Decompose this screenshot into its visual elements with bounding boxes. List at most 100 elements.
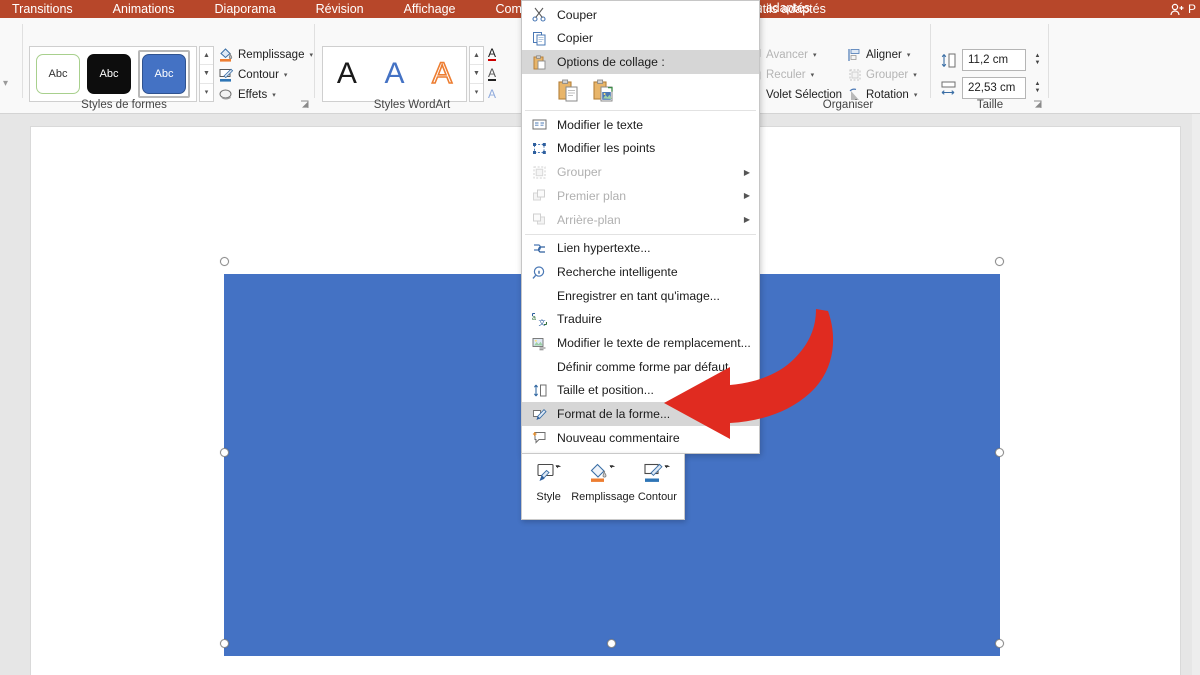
alt-text-icon	[530, 334, 548, 352]
menu-item-bring-to-front[interactable]: Premier plan ▶	[522, 184, 759, 208]
shape-outline-icon	[643, 460, 671, 488]
translate-icon: a 文	[530, 310, 548, 328]
menu-item-edit-points[interactable]: Modifier les points	[522, 137, 759, 161]
vertical-scrollbar[interactable]	[1192, 114, 1200, 675]
selection-handle-middle-right[interactable]	[995, 448, 1004, 457]
group-objects-icon	[530, 163, 548, 181]
selection-handle-bottom-center[interactable]	[607, 639, 616, 648]
no-icon-placeholder	[530, 287, 548, 305]
shape-style-fill-blue[interactable]: Abc	[142, 54, 186, 94]
chevron-down-icon[interactable]: ▾	[813, 51, 817, 59]
shape-width-stepper[interactable]: ▲ ▼	[1031, 77, 1044, 99]
wordart-styles-scroll[interactable]: ▲ ▼ ▾	[469, 46, 484, 102]
shape-style-fill-black[interactable]: Abc	[87, 54, 131, 94]
paste-option-buttons	[522, 74, 759, 108]
chevron-down-icon[interactable]: ▾	[811, 71, 815, 79]
shape-width-row: 22,53 cm ▲ ▼	[940, 76, 1044, 100]
shape-styles-gallery[interactable]: Abc Abc Abc	[29, 46, 197, 102]
menu-item-save-as-picture-label: Enregistrer en tant qu'image...	[557, 288, 720, 303]
mini-style-label: Style	[536, 491, 561, 503]
clipboard-icon	[530, 53, 548, 71]
menu-item-hyperlink-label: Lien hypertexte...	[557, 241, 651, 256]
shape-height-icon	[940, 52, 957, 69]
menu-item-paste-options-label: Options de collage :	[557, 55, 665, 70]
shape-outline-label: Contour	[238, 68, 279, 81]
chevron-down-icon[interactable]: ▾	[284, 71, 288, 79]
menu-item-bring-to-front-label: Premier plan	[557, 188, 627, 203]
mini-fill-button[interactable]: Remplissage	[571, 460, 635, 503]
menu-item-cut-label: Couper	[557, 7, 597, 22]
group-label-taille: Taille	[976, 99, 1004, 111]
text-fill-button[interactable]: A	[488, 45, 508, 64]
align-button[interactable]: Aligner ▾	[848, 45, 948, 64]
text-outline-icon: A	[488, 66, 497, 81]
tab-animations[interactable]: Animations	[113, 0, 195, 18]
mini-style-button[interactable]: Style	[526, 460, 571, 503]
tab-transitions[interactable]: Transitions	[12, 0, 93, 18]
chevron-down-icon[interactable]: ▾	[913, 71, 917, 79]
tab-revision[interactable]: Révision	[316, 0, 384, 18]
scroll-up-icon[interactable]: ▲	[470, 47, 483, 66]
wordart-styles-gallery[interactable]: A A A	[322, 46, 467, 102]
align-objects-icon	[848, 48, 860, 61]
shape-style-selected-wrapper: Abc	[138, 50, 190, 98]
shape-height-stepper[interactable]: ▲ ▼	[1031, 49, 1044, 71]
menu-item-save-as-picture[interactable]: Enregistrer en tant qu'image...	[522, 284, 759, 308]
shape-style-outline-green[interactable]: Abc	[36, 54, 80, 94]
scroll-up-icon[interactable]: ▲	[200, 47, 213, 66]
shape-height-row: 11,2 cm ▲ ▼	[940, 48, 1044, 72]
share-button[interactable]: P	[1170, 0, 1196, 18]
selection-handle-middle-left[interactable]	[220, 448, 229, 457]
wordart-style-blue[interactable]: A	[384, 59, 404, 89]
shape-styles-scroll[interactable]: ▲ ▼ ▾	[199, 46, 214, 102]
paste-as-picture-button[interactable]	[591, 78, 617, 104]
tab-diaporama[interactable]: Diaporama	[215, 0, 296, 18]
shape-styles-dialog-launcher[interactable]	[300, 100, 310, 110]
text-outline-button[interactable]: A	[488, 65, 508, 84]
selection-handle-bottom-left[interactable]	[220, 639, 229, 648]
chevron-down-icon[interactable]: ▾	[272, 91, 276, 99]
menu-item-paste-options[interactable]: Options de collage :	[522, 50, 759, 75]
share-label: P	[1187, 2, 1196, 16]
paste-keep-source-formatting-button[interactable]	[556, 78, 582, 104]
shape-effects-button[interactable]: Effets ▾	[218, 85, 310, 104]
wordart-style-outline[interactable]: A	[431, 58, 453, 90]
menu-item-send-to-back[interactable]: Arrière-plan ▶	[522, 208, 759, 232]
menu-item-copy-label: Copier	[557, 31, 593, 46]
wordart-style-black[interactable]: A	[337, 59, 357, 89]
chevron-down-icon[interactable]: ▾	[907, 51, 911, 59]
group-button[interactable]: Grouper ▾	[848, 65, 948, 84]
shape-outline-button[interactable]: Contour ▾	[218, 65, 310, 84]
new-comment-icon	[530, 429, 548, 447]
menu-item-hyperlink[interactable]: Lien hypertexte...	[522, 237, 759, 261]
submenu-arrow-icon: ▶	[743, 215, 750, 225]
scroll-down-icon[interactable]: ▼	[200, 65, 213, 84]
mini-outline-button[interactable]: Contour	[635, 460, 680, 503]
submenu-arrow-icon: ▶	[743, 191, 750, 201]
selection-handle-top-right[interactable]	[995, 257, 1004, 266]
smart-lookup-icon	[530, 263, 548, 281]
shape-width-input[interactable]: 22,53 cm	[962, 77, 1026, 99]
send-backward-label: Reculer	[766, 68, 806, 81]
link-icon	[530, 239, 548, 257]
menu-item-group[interactable]: Grouper ▶	[522, 160, 759, 184]
send-back-icon	[530, 211, 548, 229]
group-divider	[1048, 24, 1049, 98]
bring-forward-label: Avancer	[766, 48, 808, 61]
scroll-down-icon[interactable]: ▼	[470, 65, 483, 84]
shape-fill-button[interactable]: Remplissage ▾	[218, 45, 313, 64]
ribbon-collapse-icon[interactable]: ▾	[3, 78, 8, 89]
menu-item-copy[interactable]: Copier	[522, 27, 759, 51]
menu-item-smart-lookup[interactable]: Recherche intelligente	[522, 260, 759, 284]
chevron-down-icon[interactable]: ▾	[914, 91, 918, 99]
edit-text-icon	[530, 116, 548, 134]
menu-item-edit-text[interactable]: Modifier le texte	[522, 113, 759, 137]
organiser-column-2: Aligner ▾ Grouper ▾ Rotation ▾	[848, 45, 948, 105]
shape-mini-toolbar: Style Remplissage Contour	[521, 453, 685, 520]
tab-affichage[interactable]: Affichage	[404, 0, 476, 18]
shape-height-input[interactable]: 11,2 cm	[962, 49, 1026, 71]
selection-handle-bottom-right[interactable]	[995, 639, 1004, 648]
chevron-down-icon[interactable]: ▾	[309, 51, 313, 59]
selection-handle-top-left[interactable]	[220, 257, 229, 266]
menu-item-cut[interactable]: Couper	[522, 3, 759, 27]
